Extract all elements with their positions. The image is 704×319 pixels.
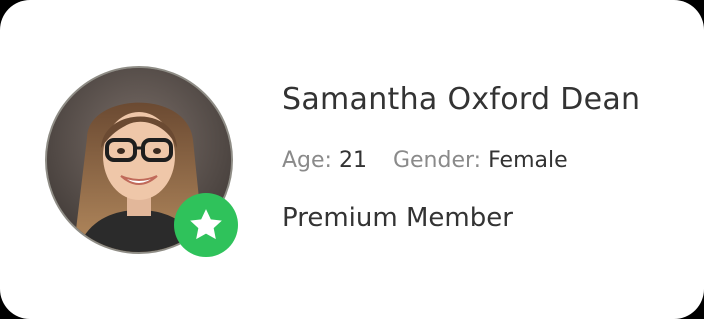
age-label: Age:: [282, 148, 332, 173]
gender-label: Gender:: [392, 148, 482, 173]
profile-details: Age: 21 Gender: Female: [282, 148, 568, 173]
age-value: 21: [338, 148, 367, 173]
membership-status: Premium Member: [282, 203, 513, 233]
avatar-container: [45, 66, 238, 257]
star-icon: [190, 209, 222, 240]
profile-name: Samantha Oxford Dean: [282, 82, 641, 117]
profile-card: Samantha Oxford Dean Age: 21 Gender: Fem…: [0, 0, 704, 319]
gender-value: Female: [488, 148, 568, 173]
premium-star-badge: [174, 193, 238, 257]
